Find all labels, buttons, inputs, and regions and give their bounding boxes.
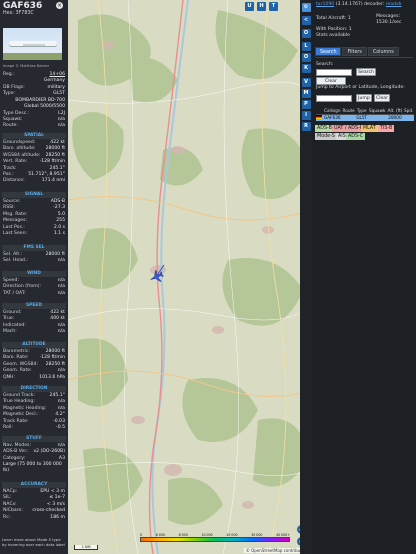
section-header-fms[interactable]: FMS SEL bbox=[2, 244, 66, 251]
column-route[interactable]: Route bbox=[341, 108, 356, 115]
aircraft-list-panel: tar1090 (3.14.1767) decoder: readsb Tota… bbox=[312, 0, 416, 554]
image-credit: Image © Matthias Becker bbox=[3, 64, 50, 68]
section-direction: DIRECTION Ground Track: 245.1° True Heading… bbox=[0, 384, 68, 431]
section-stuff: STUFF Nav. Modes: n/a ADS-B Ver.: v2 (DO-260… bbox=[0, 434, 68, 475]
tab-search[interactable]: Search bbox=[315, 47, 342, 56]
map-scale: 2 NM bbox=[74, 545, 98, 550]
tar1090-window: GAF636 Hex: 3F783C × Image © Matthias Be… bbox=[0, 0, 416, 554]
section-altitude: ALTITUDE Barometric: 28000 ft Baro. Rate: -1… bbox=[0, 340, 68, 381]
footer-hint: Learn more about Mode S type by hovering… bbox=[2, 537, 65, 547]
aircraft-basic-info: Reg.: 14+06 Germany DB Flags: military Typ… bbox=[0, 72, 68, 130]
altitude-color-legend bbox=[140, 537, 290, 542]
section-header-signal[interactable]: SIGNAL bbox=[2, 191, 66, 198]
hex-code: Hex: 3F783C bbox=[3, 11, 34, 16]
close-icon[interactable]: × bbox=[56, 2, 63, 9]
source-tag: ADS-C bbox=[346, 133, 366, 140]
info-row: Distance: 171.4 nmi bbox=[3, 178, 65, 184]
info-row: Mach: n/a bbox=[3, 329, 65, 335]
column-altitude[interactable]: Alt. (ft) bbox=[386, 108, 404, 115]
stats-available: Stats available bbox=[316, 33, 350, 38]
section-fms: FMS SEL Sel. Alt.: 28000 ft Sel. Head.: n/a bbox=[0, 243, 68, 265]
aircraft-photo[interactable] bbox=[3, 28, 62, 60]
settings-gear-icon[interactable]: ⚙ bbox=[301, 3, 311, 12]
column-squawk[interactable]: Squawk bbox=[367, 108, 387, 115]
rail-button-o2[interactable]: O bbox=[301, 53, 311, 62]
type-value: GL5T bbox=[53, 91, 65, 97]
search-button[interactable]: Search bbox=[356, 68, 376, 76]
aircraft-info-panel: GAF636 Hex: 3F783C × Image © Matthias Be… bbox=[0, 0, 68, 554]
section-header-accuracy[interactable]: ACCURACY bbox=[2, 481, 66, 488]
panel-tabs: Search Filters Columns bbox=[315, 47, 399, 56]
column-type[interactable]: Type bbox=[355, 108, 368, 115]
rail-button-v[interactable]: V bbox=[301, 78, 311, 87]
collapse-panel-button[interactable]: < bbox=[301, 16, 311, 25]
section-header-speed[interactable]: SPEED bbox=[2, 302, 66, 309]
type-full-name: BOMBARDIER BD-700 Global 5000/5500 bbox=[15, 97, 65, 109]
info-row: Last Seen: 1.1 s bbox=[3, 230, 65, 236]
table-row[interactable]: GAF636 GL5T 28000 bbox=[316, 114, 414, 121]
total-aircraft: Total Aircraft: 1 bbox=[316, 16, 351, 21]
header-line: tar1090 (3.14.1767) decoder: readsb bbox=[316, 2, 402, 7]
column-speed[interactable]: Spd. bbox=[403, 108, 414, 115]
rail-button-k[interactable]: K bbox=[301, 64, 311, 73]
search-label: Search: bbox=[316, 62, 334, 67]
section-wind: WIND Speed: n/a Direction (from): n/a TAT / O… bbox=[0, 269, 68, 297]
rail-button-m[interactable]: M bbox=[301, 89, 311, 98]
info-row: QNH: 1013.6 hPa bbox=[3, 374, 65, 380]
messages-rate: 1530.1/sec bbox=[376, 20, 402, 25]
info-row: TAT / OAT: n/a bbox=[3, 290, 65, 296]
section-header-altitude[interactable]: ALTITUDE bbox=[2, 341, 66, 348]
jump-input[interactable] bbox=[316, 95, 352, 102]
map-toolbar: ⚙ < O L O K V M P I R bbox=[300, 0, 312, 554]
info-row: Roll: -0.5 bbox=[3, 424, 65, 430]
section-spatial: SPATIAL Groundspeed: 422 kt Baro. altitude:… bbox=[0, 131, 68, 185]
route-value: n/a bbox=[57, 123, 65, 129]
category-description: Large (75 000 to 300 000 lb) bbox=[3, 462, 62, 474]
rail-button-p[interactable]: P bbox=[301, 100, 311, 109]
rail-button-o1[interactable]: O bbox=[301, 29, 311, 38]
section-signal: SIGNAL Source: ADS-B RSSI: -27.3 Msg. Rate: 5.… bbox=[0, 190, 68, 237]
tab-filters[interactable]: Filters bbox=[342, 47, 367, 56]
jump-label: Jump to Airport or Latitude, Longitude: bbox=[316, 85, 405, 90]
source-tag: MLAT bbox=[361, 125, 378, 132]
info-row: Rc: 186 m bbox=[3, 514, 65, 520]
clear-search-button[interactable]: Clear Search bbox=[316, 77, 346, 91]
section-header-spatial[interactable]: SPATIAL bbox=[2, 132, 66, 139]
section-header-stuff[interactable]: STUFF bbox=[2, 435, 66, 442]
map-button-u[interactable]: U bbox=[245, 2, 254, 11]
table-header: Callsign Route Type Squawk Alt. (ft) Spd… bbox=[316, 108, 414, 115]
rail-button-i[interactable]: I bbox=[301, 111, 311, 120]
source-tag: TIS-B bbox=[378, 125, 395, 132]
search-input[interactable] bbox=[316, 69, 352, 76]
tab-columns[interactable]: Columns bbox=[367, 47, 399, 56]
map-canvas[interactable] bbox=[68, 0, 312, 554]
clear-jump-button[interactable]: Clear bbox=[374, 94, 390, 102]
rail-button-r[interactable]: R bbox=[301, 122, 311, 131]
jump-button[interactable]: Jump bbox=[356, 94, 372, 102]
section-speed: SPEED Ground: 422 kt True: 400 kt Indicated: n… bbox=[0, 301, 68, 336]
site-link[interactable]: tar1090 bbox=[316, 2, 334, 7]
info-row: Sel. Head.: n/a bbox=[3, 258, 65, 264]
flag-icon bbox=[316, 114, 323, 121]
section-header-direction[interactable]: DIRECTION bbox=[2, 385, 66, 392]
rail-button-l[interactable]: L bbox=[301, 42, 311, 51]
column-callsign[interactable]: Callsign bbox=[322, 108, 342, 115]
section-header-wind[interactable]: WIND bbox=[2, 270, 66, 277]
section-accuracy: ACCURACY NACp: EPU < 3 m SIL: ≤ 1e-7 NACv: < 3… bbox=[0, 480, 68, 521]
decoder-link[interactable]: readsb bbox=[386, 2, 402, 7]
aircraft-table: Callsign Route Type Squawk Alt. (ft) Spd… bbox=[316, 108, 414, 121]
map-button-h[interactable]: H bbox=[257, 2, 266, 11]
map-view[interactable]: U H T + − 0 6 000 8 000 10 000 20 000 30… bbox=[68, 0, 312, 554]
source-tag: Mode-S bbox=[315, 133, 337, 140]
map-button-t[interactable]: T bbox=[269, 2, 278, 11]
